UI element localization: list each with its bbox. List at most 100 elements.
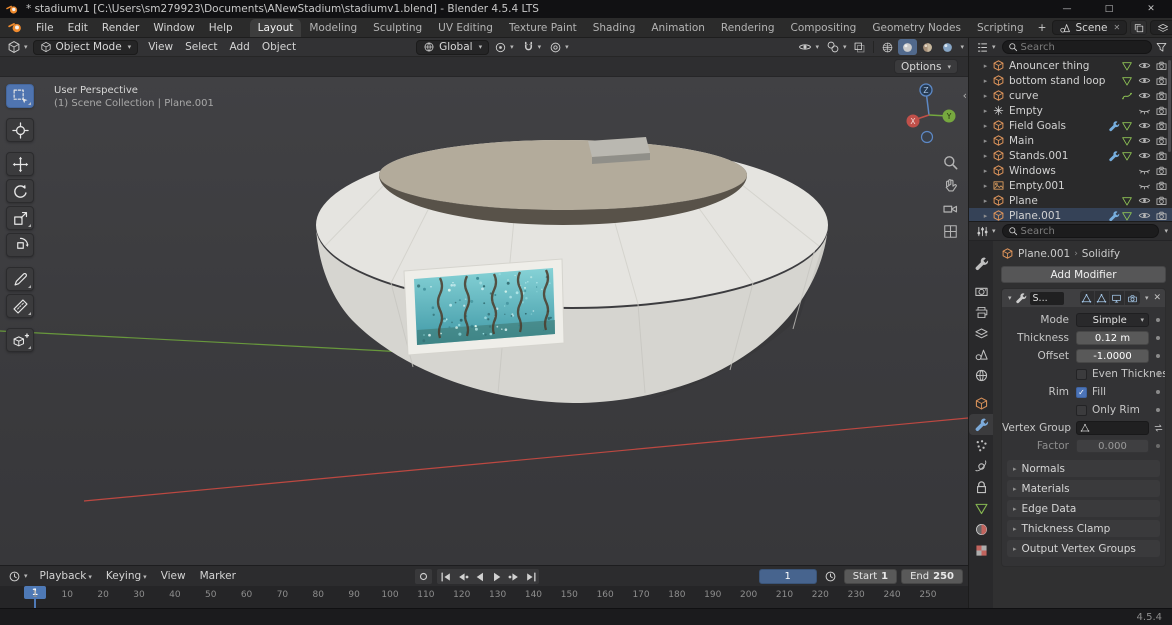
subpanel-edge-data[interactable]: ▸ Edge Data: [1007, 500, 1160, 517]
animate-property-dot[interactable]: [1156, 408, 1160, 412]
offset-field[interactable]: -1.0000: [1076, 349, 1149, 363]
shading-solid-button[interactable]: [898, 39, 918, 55]
current-frame-field[interactable]: 1: [758, 568, 817, 584]
show-in-editmode-toggle[interactable]: [1095, 291, 1110, 305]
disable-in-renders-toggle[interactable]: [1154, 149, 1169, 162]
use-preview-range-button[interactable]: [821, 568, 840, 584]
stadium-model[interactable]: [316, 137, 828, 403]
subpanel-output-vertex-groups[interactable]: ▸ Output Vertex Groups: [1007, 540, 1160, 557]
render-display-toggle[interactable]: [1125, 291, 1140, 305]
nav-hand-button[interactable]: [941, 176, 959, 194]
properties-tab-object[interactable]: [969, 393, 993, 414]
disclosure-icon[interactable]: ▸: [981, 197, 990, 205]
prev-key-button[interactable]: [454, 569, 471, 584]
scene-selector[interactable]: Scene ✕: [1052, 20, 1128, 35]
outliner-row-empty[interactable]: ▸ Empty: [969, 103, 1172, 118]
menu-window[interactable]: Window: [146, 21, 201, 35]
axis-neg-z-ball[interactable]: [920, 130, 934, 144]
hide-in-viewport-toggle[interactable]: [1137, 74, 1152, 87]
subpanel-materials[interactable]: ▸ Materials: [1007, 480, 1160, 497]
hide-in-viewport-toggle[interactable]: [1137, 119, 1152, 132]
pivot-point-selector[interactable]: ▾: [491, 39, 517, 55]
shading-wireframe-button[interactable]: [878, 39, 897, 55]
nav-camera-view-button[interactable]: [941, 199, 959, 217]
disable-in-renders-toggle[interactable]: [1154, 119, 1169, 132]
scrollbar[interactable]: [1168, 60, 1171, 152]
next-key-button[interactable]: [505, 569, 522, 584]
viewport-menu-add[interactable]: Add: [224, 40, 256, 54]
nav-grid-ortho-button[interactable]: [941, 222, 959, 240]
skip-end-button[interactable]: [522, 569, 539, 584]
chevron-down-icon[interactable]: ▾: [1164, 227, 1168, 235]
hide-in-viewport-toggle[interactable]: [1137, 194, 1152, 207]
hide-in-viewport-toggle[interactable]: [1137, 179, 1152, 192]
timeline-menu-keying[interactable]: Keying ▾: [99, 569, 154, 583]
tool-measure[interactable]: [6, 294, 34, 318]
outliner-row-plane[interactable]: ▸ Plane: [969, 193, 1172, 208]
disclosure-icon[interactable]: ▸: [981, 92, 990, 100]
blender-menu-button[interactable]: [6, 20, 29, 35]
realtime-display-toggle[interactable]: [1110, 291, 1125, 305]
editor-type-button[interactable]: ▾: [973, 223, 999, 239]
minimize-button[interactable]: —: [1046, 0, 1088, 18]
workspace-tab-modeling[interactable]: Modeling: [301, 19, 365, 37]
animate-property-dot[interactable]: [1156, 336, 1160, 340]
modifier-name-field[interactable]: S...: [1029, 291, 1064, 305]
disclosure-icon[interactable]: ▸: [981, 182, 990, 190]
workspace-tab-layout[interactable]: Layout: [249, 19, 302, 37]
expand-panel-icon[interactable]: ▾: [1008, 294, 1012, 302]
only-rim-checkbox[interactable]: [1076, 404, 1087, 416]
outliner-row-stands-001[interactable]: ▸ Stands.001: [969, 148, 1172, 163]
properties-tab-texture[interactable]: [969, 540, 993, 561]
animate-property-dot[interactable]: [1156, 390, 1160, 394]
properties-tab-constraints[interactable]: [969, 477, 993, 498]
show-gizmo-toggle[interactable]: ▾: [795, 39, 822, 55]
show-on-cage-toggle[interactable]: [1080, 291, 1095, 305]
even-thickness-checkbox[interactable]: [1076, 368, 1087, 380]
workspace-tab-uv-editing[interactable]: UV Editing: [430, 19, 501, 37]
disable-in-renders-toggle[interactable]: [1154, 164, 1169, 177]
remove-modifier-icon[interactable]: ✕: [1153, 293, 1161, 303]
auto-keying-button[interactable]: [415, 569, 432, 584]
close-button[interactable]: ✕: [1130, 0, 1172, 18]
menu-help[interactable]: Help: [202, 21, 240, 35]
workspace-tab-texture-paint[interactable]: Texture Paint: [501, 19, 585, 37]
disclosure-icon[interactable]: ▸: [981, 77, 990, 85]
disable-in-renders-toggle[interactable]: [1154, 194, 1169, 207]
outliner-search-field[interactable]: Search: [1001, 40, 1152, 54]
outliner-row-field-goals[interactable]: ▸ Field Goals: [969, 118, 1172, 133]
tool-tweak-select[interactable]: [6, 84, 34, 108]
outliner-row-bottom-stand-loop[interactable]: ▸ bottom stand loop: [969, 73, 1172, 88]
editor-type-button[interactable]: ▾: [4, 39, 31, 55]
properties-tab-particles[interactable]: [969, 435, 993, 456]
show-overlays-toggle[interactable]: ▾: [823, 39, 850, 55]
hide-in-viewport-toggle[interactable]: [1137, 59, 1152, 72]
xray-toggle[interactable]: [850, 39, 869, 55]
properties-tab-modifiers[interactable]: [969, 414, 993, 435]
outliner-row-anouncer-thing[interactable]: ▸ Anouncer thing: [969, 58, 1172, 73]
disclosure-icon[interactable]: ▸: [981, 167, 990, 175]
options-button[interactable]: Options ▾: [893, 59, 958, 74]
modifier-header[interactable]: ▾ S... ▾ ✕: [1002, 289, 1165, 307]
navigation-gizmo[interactable]: Z Y X: [896, 80, 962, 146]
timeline-menu-marker[interactable]: Marker: [193, 569, 243, 583]
timeline-menu-view[interactable]: View: [154, 569, 193, 583]
disable-in-renders-toggle[interactable]: [1154, 179, 1169, 192]
play-back-button[interactable]: [471, 569, 488, 584]
mode-selector[interactable]: Object Mode ▾: [32, 39, 139, 55]
hide-in-viewport-toggle[interactable]: [1137, 209, 1152, 221]
viewport-menu-view[interactable]: View: [142, 40, 179, 54]
workspace-tab-shading[interactable]: Shading: [585, 19, 644, 37]
tool-annotate[interactable]: [6, 267, 34, 291]
add-workspace-button[interactable]: +: [1032, 19, 1053, 37]
disclosure-icon[interactable]: ▸: [981, 107, 990, 115]
hide-in-viewport-toggle[interactable]: [1137, 149, 1152, 162]
snapping-toggle[interactable]: ▾: [519, 39, 545, 55]
tool-move[interactable]: [6, 152, 34, 176]
properties-tab-tool[interactable]: [969, 253, 993, 274]
breadcrumb-object[interactable]: Plane.001: [1018, 248, 1070, 260]
invert-vertex-group-icon[interactable]: [1153, 423, 1164, 434]
menu-render[interactable]: Render: [95, 21, 146, 35]
sidebar-expand-arrow[interactable]: ‹: [963, 89, 967, 102]
tool-rotate[interactable]: [6, 179, 34, 203]
